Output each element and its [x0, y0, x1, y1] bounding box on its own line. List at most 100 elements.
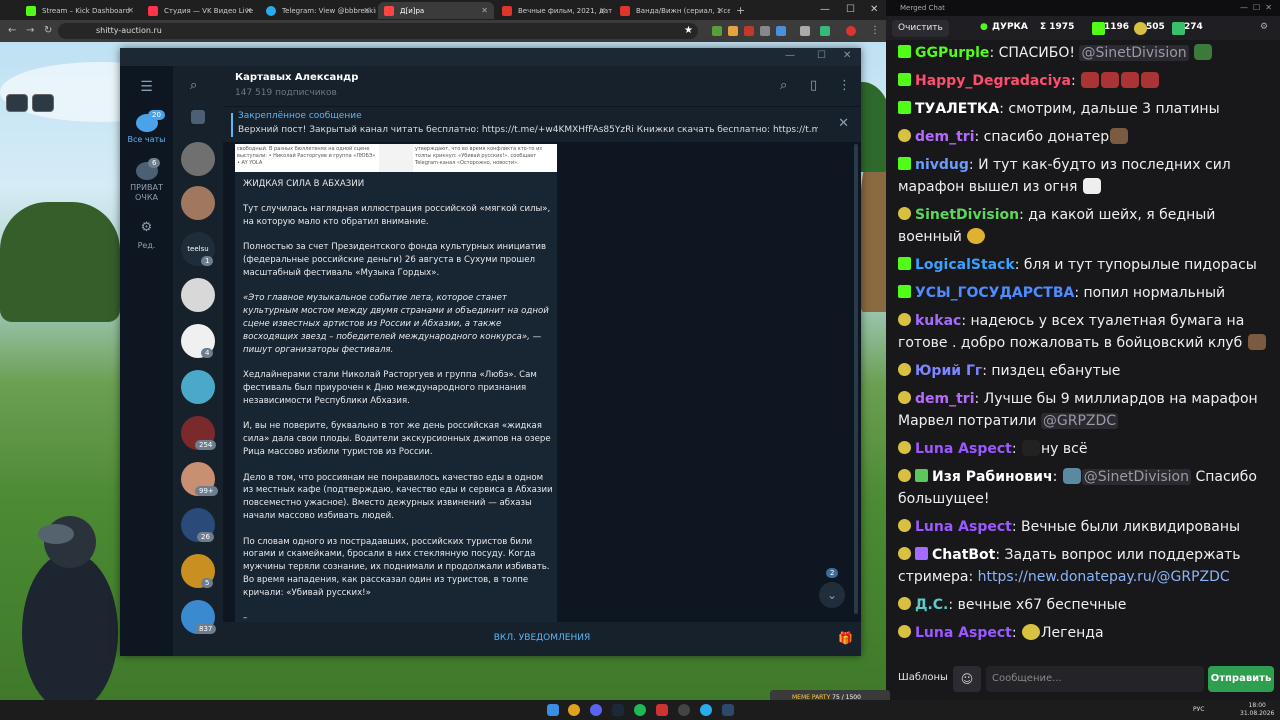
username[interactable]: Luna Aspect	[915, 441, 1012, 457]
star-icon[interactable]: ★	[684, 25, 693, 36]
minimize-icon[interactable]: —	[785, 50, 795, 61]
username[interactable]: GGPurple	[915, 45, 989, 61]
scroll-down-button[interactable]: ⌄	[819, 582, 845, 608]
tab-vk-studio[interactable]: Студия — VK Видео Live ✕	[142, 2, 258, 19]
extension-icon[interactable]	[712, 26, 722, 36]
close-icon[interactable]: ✕	[717, 6, 724, 15]
donate-link[interactable]: https://new.donatepay.ru/@GRPZDC	[978, 569, 1230, 585]
pinned-title: Закреплённое сообщение	[238, 111, 362, 121]
username[interactable]: УСЫ_ГОСУДАРСТВА	[915, 285, 1074, 301]
telegram-icon[interactable]	[700, 704, 712, 716]
pinned-message-bar[interactable]: Закреплённое сообщение Верхний пост! Зак…	[223, 106, 861, 142]
chat-avatar[interactable]	[181, 278, 215, 312]
minimize-icon[interactable]: —	[820, 4, 830, 15]
menu-button[interactable]: ☰	[120, 78, 173, 99]
saved-icon[interactable]	[191, 110, 205, 124]
menu-icon[interactable]: ⋮	[870, 25, 880, 36]
username[interactable]: Luna Aspect	[915, 519, 1012, 535]
mention[interactable]: @GRPZDC	[1040, 413, 1119, 429]
spotify-icon[interactable]	[634, 704, 646, 716]
message-input[interactable]: Сообщение...	[986, 666, 1204, 692]
extension-icon[interactable]	[728, 26, 738, 36]
extension-icon[interactable]	[744, 26, 754, 36]
chrome-icon[interactable]	[568, 704, 580, 716]
send-button[interactable]: Отправить	[1208, 666, 1274, 692]
unread-badge: 4	[201, 348, 214, 358]
folder-edit[interactable]: ⚙ Ред.	[120, 220, 173, 250]
username[interactable]: kukac	[915, 313, 961, 329]
sidebar-icon[interactable]	[820, 26, 830, 36]
close-icon[interactable]: ✕	[481, 6, 488, 15]
chat-message: Luna Aspect: Вечные были ликвидированы	[898, 516, 1268, 538]
back-icon[interactable]: ←	[8, 25, 16, 36]
clear-button[interactable]: Очистить	[892, 20, 949, 37]
search-icon[interactable]: ⌕	[780, 78, 787, 93]
post-image[interactable]: свободный. В разных бюллетенях на одной …	[235, 144, 557, 172]
save-button[interactable]	[32, 94, 54, 112]
folder-all-chats[interactable]: Все чаты 20	[120, 110, 173, 144]
maximize-icon[interactable]: ☐	[846, 4, 855, 15]
tree	[0, 202, 120, 322]
extension-icon[interactable]	[776, 26, 786, 36]
app-icon[interactable]	[722, 704, 734, 716]
steam-icon[interactable]	[612, 704, 624, 716]
close-icon[interactable]: ✕	[245, 6, 252, 15]
username[interactable]: Luna Aspect	[915, 625, 1012, 641]
settings-icon[interactable]: ⚙	[1260, 22, 1268, 32]
tab-auction[interactable]: Д[и]ра ✕	[378, 2, 494, 19]
forward-icon[interactable]: →	[26, 25, 34, 36]
language-indicator[interactable]: РУС	[1193, 706, 1204, 713]
url-field[interactable]: shitty-auction.ru	[58, 23, 698, 39]
scrollbar[interactable]	[854, 144, 858, 614]
username[interactable]: Д.С.	[915, 597, 948, 613]
app-icon[interactable]	[656, 704, 668, 716]
tab-film[interactable]: Вечные фильм, 2021, дата вых…✕	[496, 2, 612, 19]
username[interactable]: Изя Рабинович	[932, 469, 1053, 485]
chat-avatar[interactable]	[181, 186, 215, 220]
channel-name[interactable]: Картавых Александр	[235, 72, 358, 83]
window-controls[interactable]: — ☐ ✕	[1240, 3, 1272, 12]
system-clock[interactable]: 18:00 31.08.2026	[1240, 702, 1274, 718]
close-icon[interactable]: ✕	[363, 6, 370, 15]
username[interactable]: ТУАЛЕТКА	[915, 101, 999, 117]
folder-private[interactable]: ПРИВАТ ОЧКА 6	[120, 158, 173, 203]
close-icon[interactable]: ✕	[127, 6, 134, 15]
tab-kick-dashboard[interactable]: Stream – Kick Dashboard ✕	[20, 2, 140, 19]
username[interactable]: LogicalStack	[915, 257, 1015, 273]
obs-icon[interactable]	[678, 704, 690, 716]
tab-series[interactable]: Ванда/Вижн (сериал, 1 сезон…✕	[614, 2, 730, 19]
enable-notifications-button[interactable]: ВКЛ. УВЕДОМЛЕНИЯ	[223, 633, 861, 643]
username[interactable]: dem_tri	[915, 129, 975, 145]
emote-icon	[967, 228, 986, 244]
mention[interactable]: @SinetDivision	[1079, 45, 1189, 61]
chat-avatar[interactable]	[181, 370, 215, 404]
maximize-icon[interactable]: ☐	[817, 50, 826, 61]
windows-start-icon[interactable]	[547, 704, 559, 716]
close-icon[interactable]: ✕	[838, 116, 849, 131]
discord-icon[interactable]	[590, 704, 602, 716]
close-icon[interactable]: ✕	[843, 50, 851, 61]
reload-icon[interactable]: ↻	[44, 25, 52, 36]
panel-toggle-button[interactable]	[6, 94, 28, 112]
username[interactable]: ChatBot	[932, 547, 995, 563]
close-icon[interactable]: ✕	[870, 4, 878, 15]
download-icon[interactable]	[800, 26, 810, 36]
gift-icon[interactable]: 🎁	[838, 631, 853, 645]
tab-telegram[interactable]: Telegram: View @bbbreaking ✕	[260, 2, 376, 19]
search-icon[interactable]: ⌕	[190, 78, 197, 93]
chat-avatar[interactable]	[181, 142, 215, 176]
mention[interactable]: @SinetDivision	[1081, 469, 1191, 485]
emoji-button[interactable]: ☺	[953, 666, 981, 692]
username[interactable]: dem_tri	[915, 391, 975, 407]
profile-avatar[interactable]	[846, 26, 856, 36]
username[interactable]: Happy_Degradaciya	[915, 73, 1071, 89]
sidebar-toggle-icon[interactable]: ▯	[810, 78, 817, 93]
username[interactable]: nivdug	[915, 157, 969, 173]
username[interactable]: SinetDivision	[915, 207, 1019, 223]
more-icon[interactable]: ⋮	[838, 78, 851, 93]
username[interactable]: Юрий Гг	[915, 363, 982, 379]
close-icon[interactable]: ✕	[599, 6, 606, 15]
new-tab-button[interactable]: +	[736, 4, 745, 17]
extension-icon[interactable]	[760, 26, 770, 36]
templates-button[interactable]: Шаблоны	[898, 672, 948, 683]
